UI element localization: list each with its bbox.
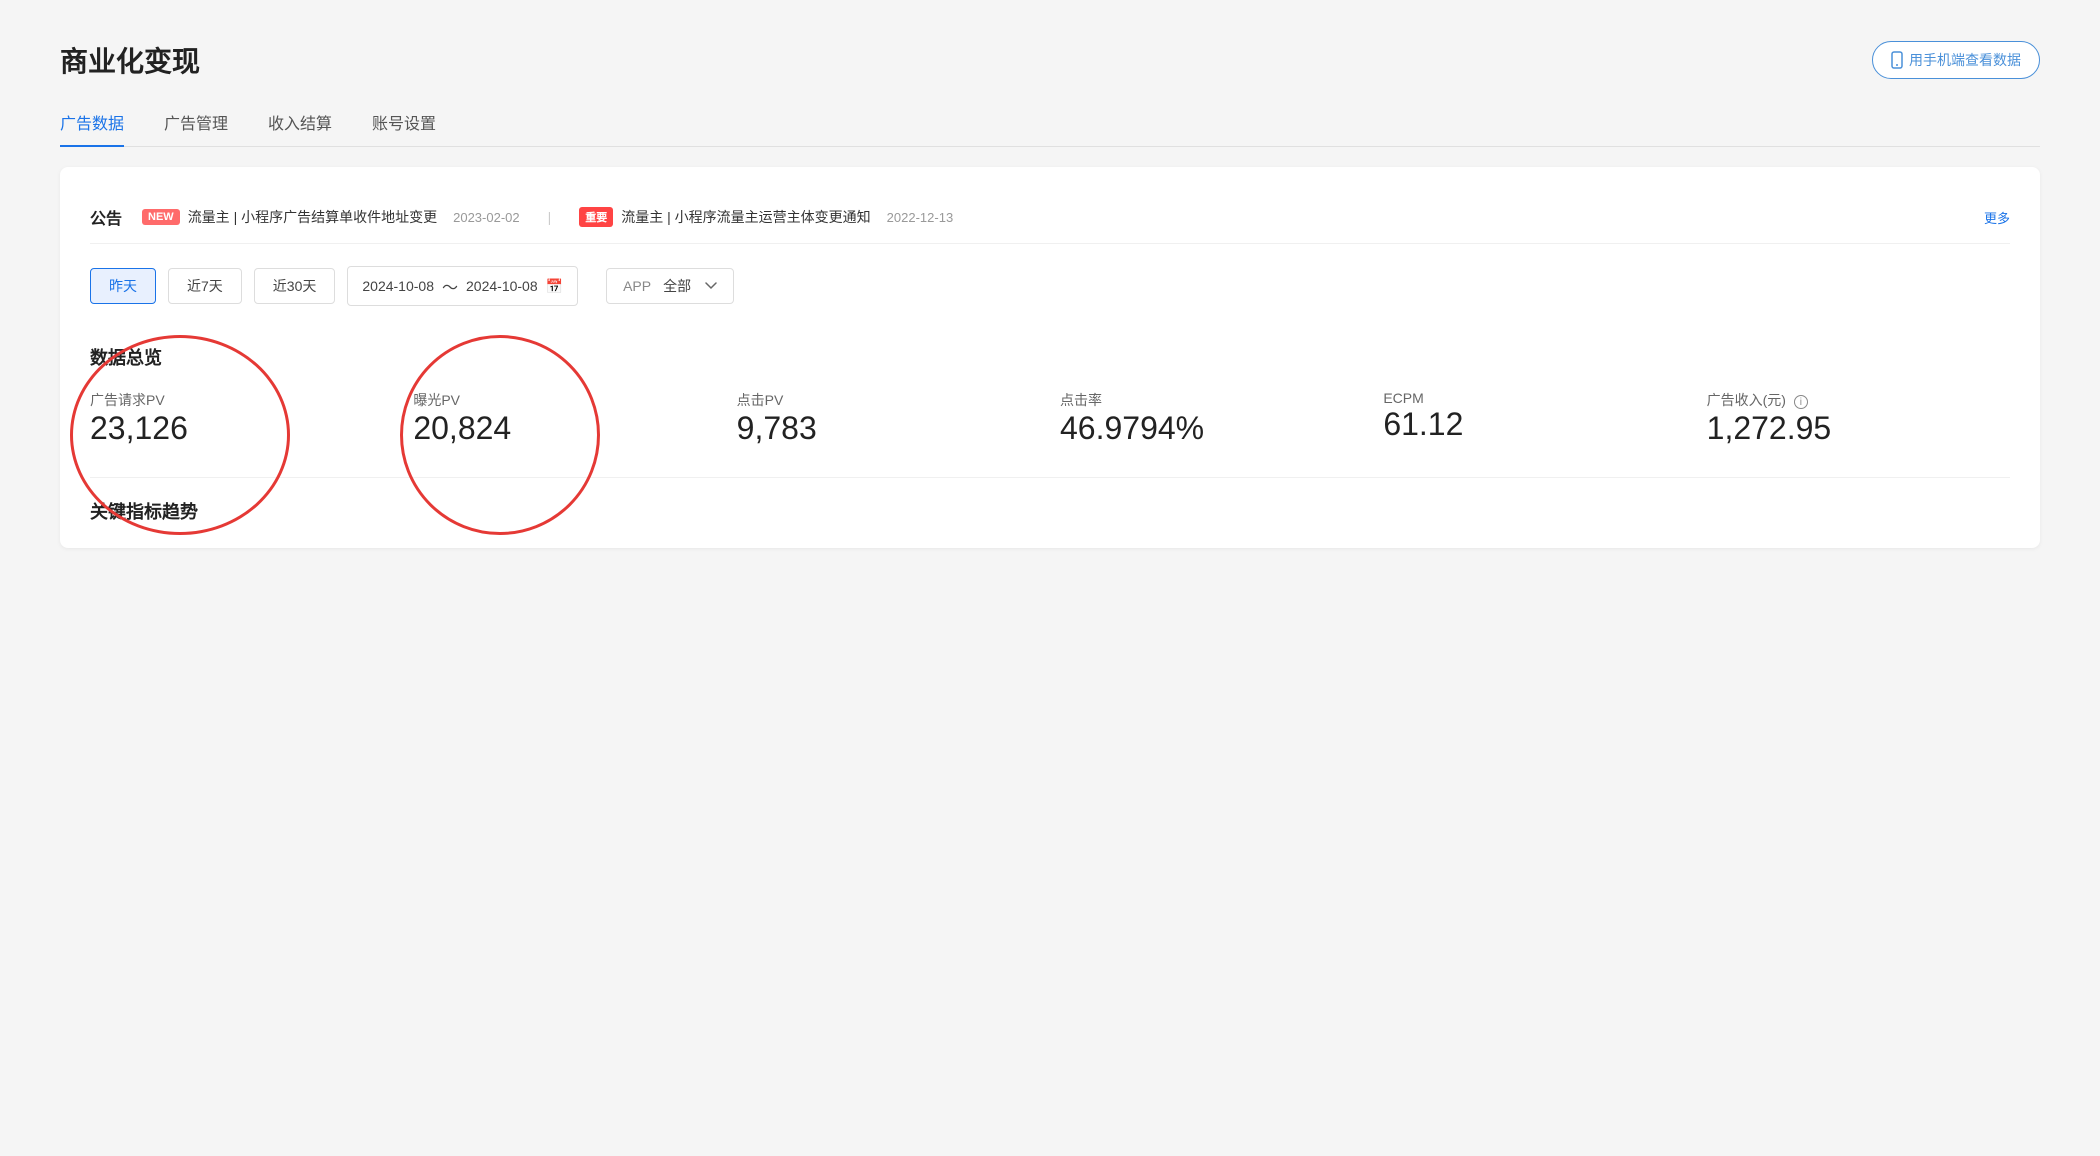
stat-label-2: 点击PV (737, 390, 1020, 410)
section-divider (90, 477, 2010, 478)
stat-ctr: 点击率 46.9794% (1040, 390, 1363, 447)
stat-impression-pv: 曝光PV 20,824 (393, 390, 716, 447)
announcement-item-0: NEW 流量主 | 小程序广告结算单收件地址变更 2023-02-02 (142, 207, 520, 227)
announcement-date-1: 2022-12-13 (887, 210, 954, 225)
stat-ad-request-pv: 广告请求PV 23,126 (90, 390, 393, 447)
main-content: 公告 NEW 流量主 | 小程序广告结算单收件地址变更 2023-02-02 |… (60, 167, 2040, 548)
stats-container: 数据总览 广告请求PV 23,126 曝光PV 20,824 点击PV 9,78… (90, 334, 2010, 477)
page-wrapper: 商业化变现 用手机端查看数据 广告数据 广告管理 收入结算 账号设置 公告 NE… (0, 0, 2100, 1156)
stat-click-pv: 点击PV 9,783 (717, 390, 1040, 447)
mobile-icon (1891, 51, 1903, 69)
stat-label-3: 点击率 (1060, 390, 1343, 410)
app-value: 全部 (663, 276, 691, 296)
stat-value-5: 1,272.95 (1707, 410, 1990, 447)
announcement-date-0: 2023-02-02 (453, 210, 520, 225)
info-icon[interactable]: i (1794, 395, 1808, 409)
announcement-label: 公告 (90, 205, 122, 229)
date-start: 2024-10-08 (362, 278, 434, 294)
badge-important: 重要 (579, 207, 613, 227)
stat-ecpm: ECPM 61.12 (1363, 390, 1686, 443)
announcement-bar: 公告 NEW 流量主 | 小程序广告结算单收件地址变更 2023-02-02 |… (90, 191, 2010, 244)
page-header: 商业化变现 用手机端查看数据 (60, 40, 2040, 80)
announcement-item-1: 重要 流量主 | 小程序流量主运营主体变更通知 2022-12-13 (579, 207, 953, 227)
mobile-check-button[interactable]: 用手机端查看数据 (1872, 41, 2040, 79)
filters-row: 昨天 近7天 近30天 2024-10-08 ～ 2024-10-08 📅 AP… (90, 266, 2010, 306)
announcement-text-0[interactable]: 流量主 | 小程序广告结算单收件地址变更 (188, 207, 437, 227)
key-trends-title: 关键指标趋势 (90, 498, 2010, 524)
date-end: 2024-10-08 (466, 278, 538, 294)
tab-ad-management[interactable]: 广告管理 (164, 110, 228, 146)
stat-value-3: 46.9794% (1060, 410, 1343, 447)
tab-revenue[interactable]: 收入结算 (268, 110, 332, 146)
calendar-icon: 📅 (546, 278, 563, 295)
stat-label-1: 曝光PV (413, 390, 696, 410)
stat-value-2: 9,783 (737, 410, 1020, 447)
stat-label-0: 广告请求PV (90, 390, 373, 410)
announcement-divider: | (548, 209, 552, 225)
chevron-down-icon (705, 282, 717, 290)
stat-label-4: ECPM (1383, 390, 1666, 406)
filter-yesterday[interactable]: 昨天 (90, 268, 156, 304)
app-selector[interactable]: APP 全部 (606, 268, 734, 304)
stat-value-4: 61.12 (1383, 406, 1666, 443)
stat-ad-revenue: 广告收入(元) i 1,272.95 (1687, 390, 2010, 447)
filter-30days[interactable]: 近30天 (254, 268, 336, 304)
stats-section-title: 数据总览 (90, 344, 2010, 370)
stat-value-0: 23,126 (90, 410, 373, 447)
badge-new: NEW (142, 209, 180, 225)
tabs-nav: 广告数据 广告管理 收入结算 账号设置 (60, 110, 2040, 147)
mobile-btn-label: 用手机端查看数据 (1909, 50, 2021, 70)
filter-7days[interactable]: 近7天 (168, 268, 242, 304)
date-range-picker[interactable]: 2024-10-08 ～ 2024-10-08 📅 (347, 266, 578, 306)
more-link[interactable]: 更多 (1984, 208, 2010, 227)
stat-label-5: 广告收入(元) i (1707, 390, 1990, 410)
tab-ad-data[interactable]: 广告数据 (60, 110, 124, 146)
page-title: 商业化变现 (60, 40, 200, 80)
announcement-text-1[interactable]: 流量主 | 小程序流量主运营主体变更通知 (621, 207, 870, 227)
tab-account[interactable]: 账号设置 (372, 110, 436, 146)
stat-value-1: 20,824 (413, 410, 696, 447)
date-tilde: ～ (442, 274, 458, 298)
app-label: APP (623, 278, 651, 294)
